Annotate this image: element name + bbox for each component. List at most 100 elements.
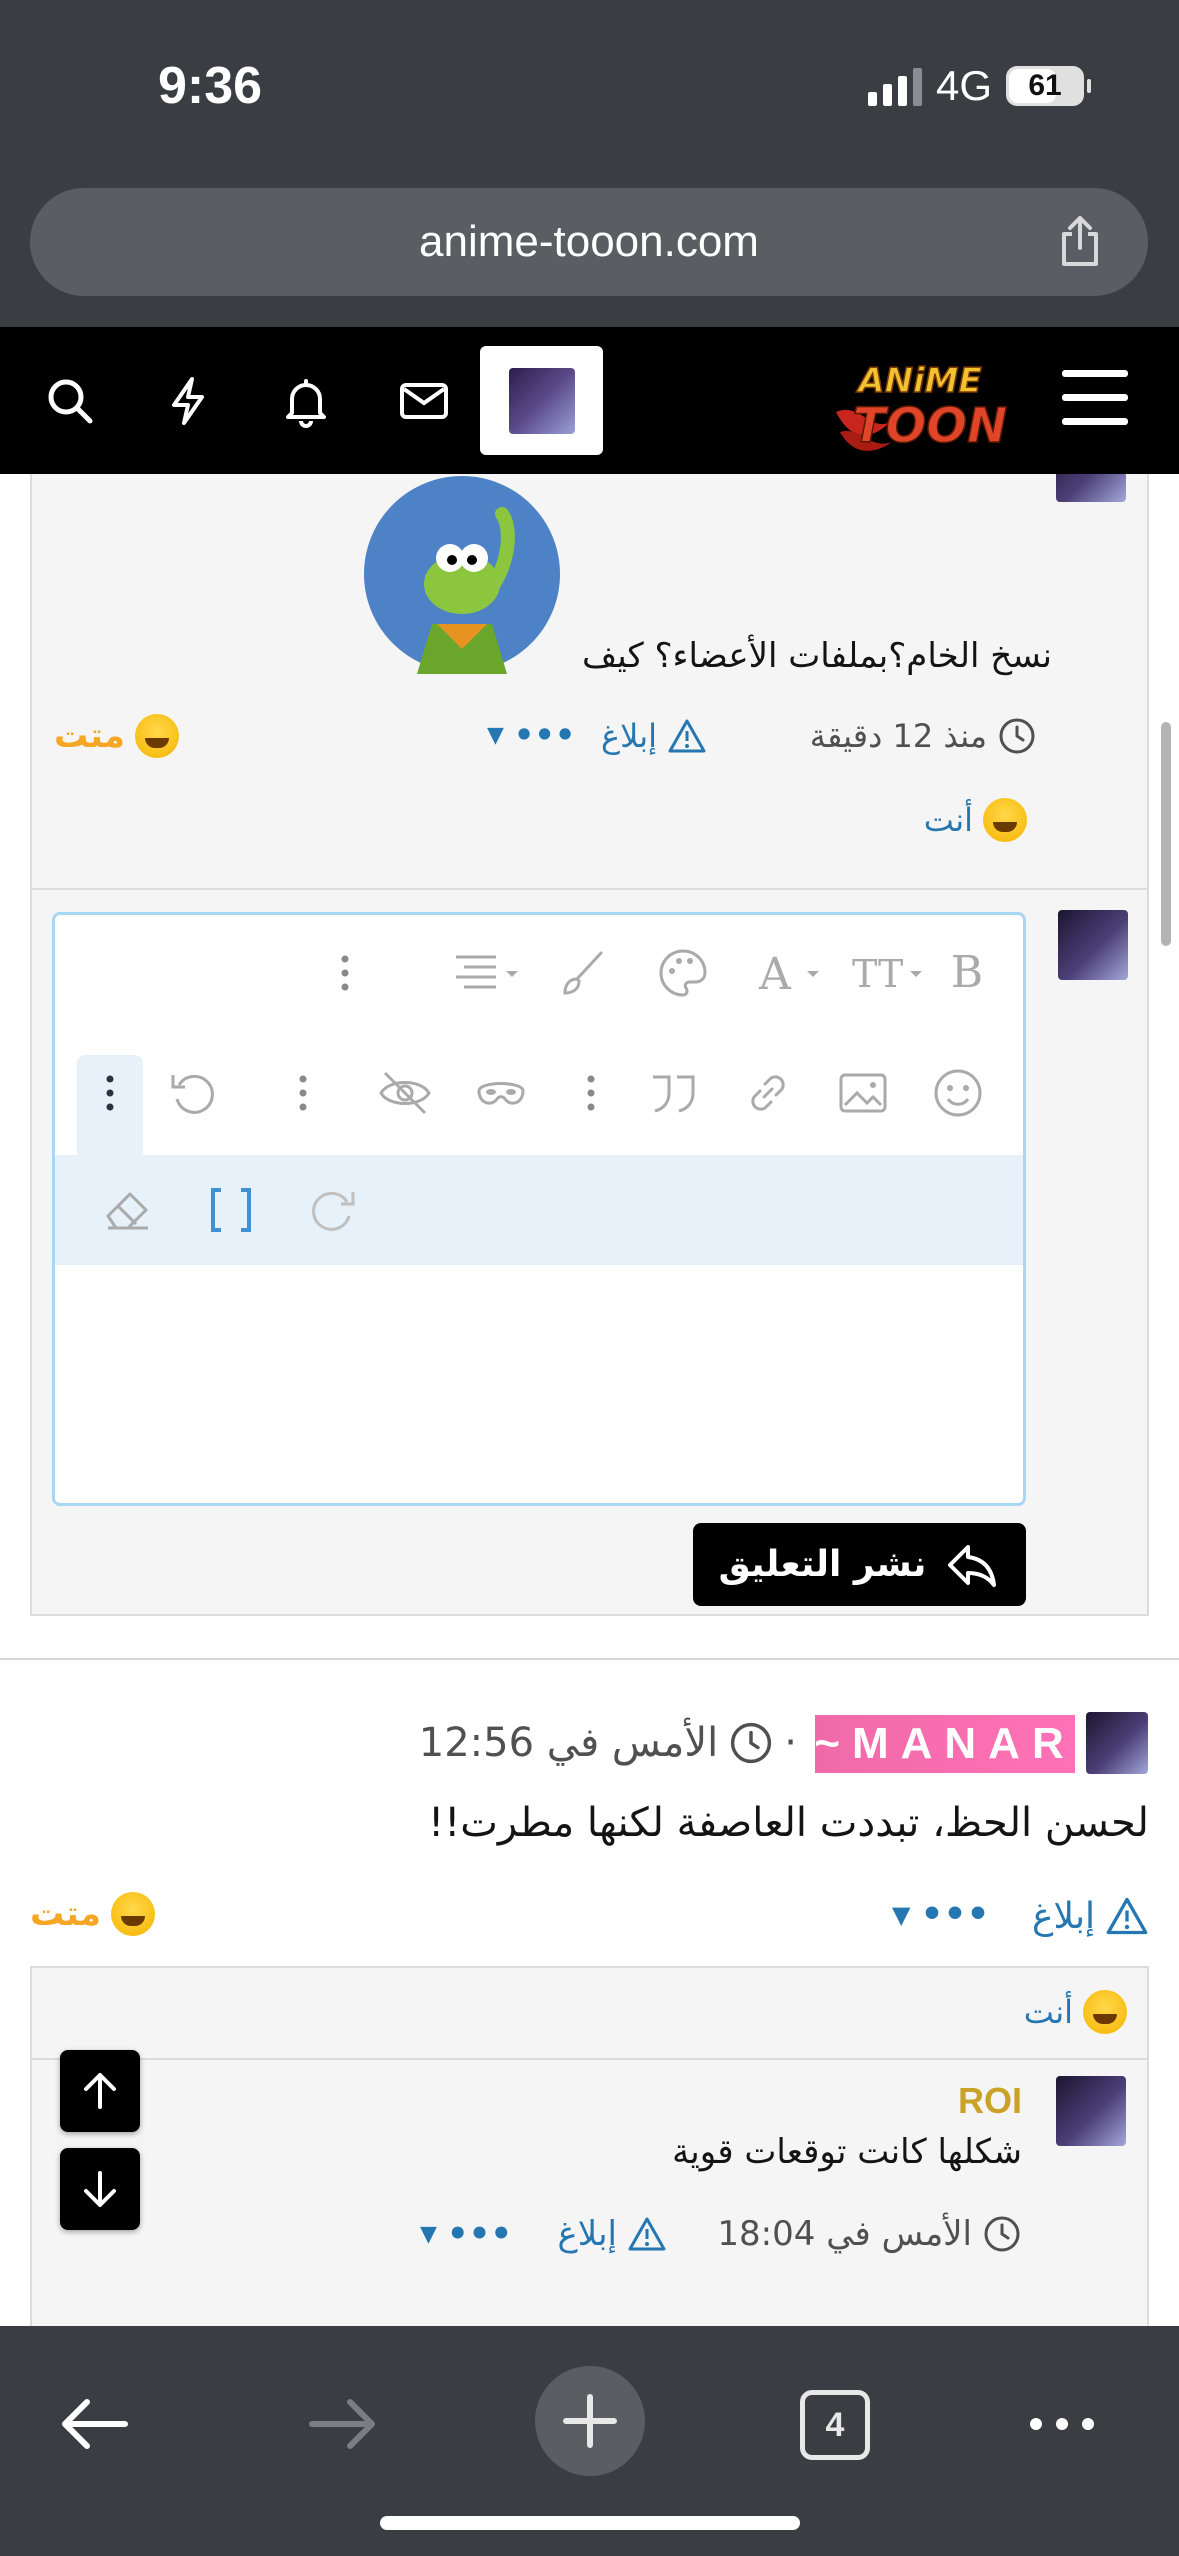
back-arrow-icon[interactable] — [55, 2384, 135, 2464]
arrow-up-icon — [84, 2073, 116, 2109]
more-options-button[interactable]: ▼ ••• — [487, 716, 575, 754]
bbcode-icon[interactable] — [203, 1182, 259, 1238]
more-vertical-icon[interactable] — [563, 1065, 619, 1121]
post-comment-label: نشر التعليق — [718, 1544, 927, 1585]
avatar — [1058, 910, 1128, 980]
url-bar[interactable]: anime-tooon.com — [30, 188, 1148, 296]
reply-text: شكلها كانت توقعات قوية — [672, 2132, 1022, 2172]
lightning-icon[interactable] — [160, 373, 216, 429]
clock-icon — [984, 2216, 1020, 2252]
menu-icon[interactable] — [1062, 370, 1128, 426]
reacted-by[interactable]: أنت — [1024, 1990, 1127, 2034]
brush-icon[interactable] — [555, 945, 611, 1001]
signal-icon — [867, 66, 922, 106]
post-comment-button[interactable]: نشر التعليق — [693, 1523, 1026, 1606]
user-avatar-button[interactable] — [480, 346, 603, 455]
more-vertical-icon[interactable] — [275, 1065, 331, 1121]
bold-icon[interactable]: B — [939, 945, 995, 1001]
svg-text:TT: TT — [852, 952, 903, 996]
username[interactable]: ROI — [958, 2080, 1022, 2122]
mail-icon[interactable] — [396, 373, 452, 429]
arrow-down-icon — [84, 2171, 116, 2207]
url-text: anime-tooon.com — [419, 217, 759, 266]
more-options-button[interactable]: ▼ ••• — [892, 1894, 990, 1935]
eye-slash-icon[interactable] — [377, 1065, 433, 1121]
reply-icon — [948, 1544, 997, 1587]
laughing-emoji-icon — [110, 1892, 155, 1936]
comment-meta: منذ 12 دقيقة — [810, 716, 1037, 756]
logo-bottom-text: TOON — [853, 398, 1008, 454]
smiley-icon[interactable] — [930, 1065, 986, 1121]
report-link[interactable]: إبلاغ — [558, 2214, 667, 2254]
avatar — [1056, 2076, 1126, 2146]
laughing-emoji-icon — [134, 714, 179, 758]
tab-count: 4 — [825, 2405, 845, 2444]
warning-icon — [1106, 1897, 1148, 1935]
more-label: ••• — [920, 1894, 990, 1935]
bell-icon[interactable] — [278, 373, 334, 429]
more-vertical-icon[interactable] — [317, 945, 373, 1001]
report-label: إبلاغ — [1032, 1895, 1095, 1937]
undo-icon[interactable] — [165, 1065, 221, 1121]
align-icon[interactable] — [450, 945, 526, 1001]
more-horizontal-icon[interactable] — [1022, 2384, 1102, 2464]
more-label: ••• — [446, 2214, 513, 2254]
report-link[interactable]: إبلاغ — [1032, 1894, 1149, 1938]
link-icon[interactable] — [740, 1065, 796, 1121]
eraser-icon[interactable] — [100, 1182, 156, 1238]
editor-toolbar-row-3 — [55, 1155, 1023, 1265]
tabs-button[interactable]: 4 — [800, 2390, 870, 2460]
laughing-emoji-icon — [1083, 1990, 1127, 2034]
report-link[interactable]: إبلاغ — [601, 716, 707, 756]
username[interactable]: ~MANAR — [814, 1715, 1075, 1773]
page-scrollbar[interactable] — [1161, 722, 1171, 946]
image-icon[interactable] — [835, 1065, 891, 1121]
share-icon[interactable] — [1052, 214, 1108, 270]
editor-toolbar-row-1: B TT A — [55, 915, 1023, 1025]
divider — [32, 2058, 1147, 2060]
palette-icon[interactable] — [655, 945, 711, 1001]
more-vertical-icon[interactable] — [82, 1065, 138, 1121]
clock-icon — [731, 1722, 772, 1764]
text-size-icon[interactable]: TT — [850, 945, 926, 1001]
reply-editor[interactable]: B TT A — [52, 912, 1026, 1506]
reacted-by[interactable]: أنت — [924, 798, 1027, 842]
home-indicator — [380, 2516, 800, 2530]
mask-icon[interactable] — [473, 1065, 529, 1121]
laughing-emoji-icon — [983, 798, 1027, 842]
chevron-down-icon: ▼ — [487, 722, 504, 748]
editor-text-area[interactable] — [55, 1265, 1023, 1503]
status-indicators: 4G 61 — [867, 62, 1091, 110]
clock-icon — [999, 718, 1035, 754]
comment-text: لحسن الحظ، تبددت العاصفة لكنها مطرت!! — [428, 1800, 1149, 1846]
reply-meta: الأمس في 18:04 — [717, 2214, 1022, 2254]
replies-card: أنت ROI شكلها كانت توقعات قوية الأمس في … — [30, 1966, 1149, 2326]
reaction-summary[interactable]: متت — [30, 1892, 155, 1936]
battery-icon: 61 — [1006, 66, 1091, 106]
quote-icon[interactable] — [645, 1065, 701, 1121]
sticker-image — [364, 476, 560, 674]
scroll-bottom-button[interactable] — [60, 2148, 140, 2230]
redo-icon[interactable] — [305, 1182, 361, 1238]
browser-top-chrome: 9:36 4G 61 anime-tooon.com — [0, 0, 1179, 327]
warning-icon — [628, 2217, 666, 2251]
site-logo[interactable]: ANiME TOON — [830, 342, 1010, 457]
forward-arrow-icon[interactable] — [302, 2384, 382, 2464]
comment-text: نسخ الخام؟بملفات الأعضاء؟ كيف — [582, 636, 1052, 676]
reaction-summary[interactable]: متت — [54, 714, 179, 758]
more-options-button[interactable]: ▼ ••• — [420, 2214, 512, 2254]
chevron-down-icon: ▼ — [420, 2221, 437, 2247]
reacted-by-label: أنت — [1023, 1993, 1073, 2031]
comment-time: منذ 12 دقيقة — [809, 717, 987, 755]
status-time: 9:36 — [158, 57, 263, 115]
svg-text:B: B — [951, 947, 983, 998]
separator-dot: · — [784, 1720, 797, 1766]
report-label: إبلاغ — [557, 2214, 617, 2254]
avatar — [1086, 1712, 1148, 1774]
warning-icon — [668, 719, 706, 753]
font-family-icon[interactable]: A — [755, 945, 831, 1001]
svg-text:A: A — [758, 949, 792, 1000]
search-icon[interactable] — [42, 373, 98, 429]
scroll-top-button[interactable] — [60, 2050, 140, 2132]
new-tab-button[interactable] — [535, 2366, 645, 2476]
